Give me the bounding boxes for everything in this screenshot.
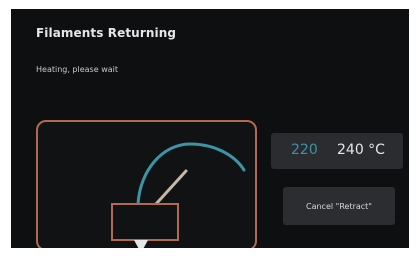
nozzle-retract-icon bbox=[111, 142, 246, 248]
target-temperature: 240 °C bbox=[337, 142, 385, 158]
dialog-title: Filaments Returning bbox=[36, 26, 177, 40]
retract-illustration bbox=[36, 120, 257, 248]
current-temperature: 220 bbox=[291, 142, 318, 158]
printer-screen: Filaments Returning Heating, please wait… bbox=[11, 9, 409, 248]
temperature-display: 220 240 °C bbox=[271, 133, 403, 169]
cancel-retract-button[interactable]: Cancel "Retract" bbox=[283, 187, 395, 225]
status-message: Heating, please wait bbox=[36, 65, 118, 74]
